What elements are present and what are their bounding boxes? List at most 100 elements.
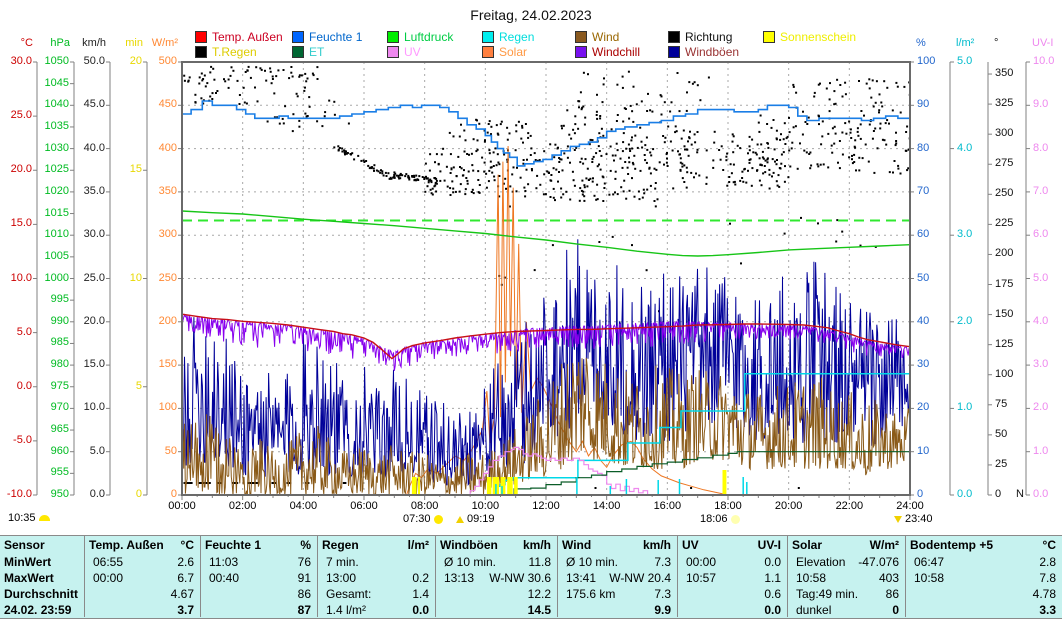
axis-tick-label: 325 bbox=[995, 97, 1014, 110]
table-cell-value: W-NW 20.4 bbox=[609, 571, 671, 585]
table-col-name: UV bbox=[682, 538, 699, 552]
axis-tick-label: 90 bbox=[917, 98, 930, 111]
axis-tick-label: 10.0 bbox=[83, 401, 105, 414]
table-cell-sub: Ø 10 min. bbox=[444, 555, 497, 569]
table-cell-sub: 10:57 bbox=[686, 571, 717, 585]
axis-tick-label: 0.0 bbox=[16, 379, 32, 392]
table-cell-sub: 7 min. bbox=[326, 555, 359, 569]
axis-tick-label: 350 bbox=[995, 67, 1014, 80]
axis-tick-label: 1020 bbox=[44, 184, 69, 197]
axis-tick-label: 0.0 bbox=[1033, 488, 1049, 500]
table-divider bbox=[84, 535, 85, 617]
axis-tick-label: -5.0 bbox=[13, 433, 32, 446]
table-row-label: Sensor bbox=[4, 538, 45, 552]
axis-tick-label: -10.0 bbox=[6, 488, 32, 500]
sunshine-bar bbox=[500, 477, 506, 494]
table-cell-value: 1.4 bbox=[412, 587, 429, 601]
table-col-unit: UV-I bbox=[757, 538, 781, 552]
axis-tick-label: 350 bbox=[158, 184, 177, 197]
table-col-unit: °C bbox=[180, 538, 194, 552]
axis-tick-label: 1035 bbox=[44, 119, 69, 132]
axis-tick-label: 3.0 bbox=[957, 228, 973, 241]
north-mark: N bbox=[1016, 488, 1024, 500]
table-col-name: Regen bbox=[322, 538, 359, 552]
table-col-name: Feuchte 1 bbox=[205, 538, 262, 552]
table-cell-value: 0.2 bbox=[412, 571, 429, 585]
table-cell-value: 4.67 bbox=[170, 587, 194, 601]
table-cell-value: 12.2 bbox=[527, 587, 551, 601]
axis-tick-label: 450 bbox=[158, 98, 177, 111]
axis-header-lm: l/m² bbox=[956, 37, 975, 49]
axis-tick-label: 0.0 bbox=[957, 488, 973, 500]
axis-tick-label: 20.0 bbox=[83, 314, 105, 327]
axis-tick-label: 20 bbox=[129, 55, 142, 67]
axis-tick-label: 0.0 bbox=[89, 488, 105, 500]
axis-tick-label: 150 bbox=[158, 358, 177, 371]
table-cell-value: 14.5 bbox=[527, 603, 551, 617]
sun-pale-icon bbox=[730, 514, 740, 524]
table-col-unit: km/h bbox=[642, 538, 671, 552]
table-row-label: MinWert bbox=[4, 555, 52, 569]
axis-tick-label: 250 bbox=[158, 271, 177, 284]
moon-icon bbox=[38, 515, 50, 521]
axis-tick-label: 990 bbox=[50, 314, 69, 327]
axis-tick-label: 275 bbox=[995, 157, 1014, 170]
axis-tick-label: 5.0 bbox=[1033, 271, 1049, 284]
table-cell-sub: 175.6 km bbox=[566, 587, 616, 601]
axis-tick-label: 8.0 bbox=[1033, 141, 1049, 154]
table-cell-value: 3.3 bbox=[1039, 603, 1056, 617]
event-moonset: 10:35 bbox=[8, 512, 50, 524]
table-cell-value: 0.0 bbox=[412, 603, 429, 617]
chart-plot bbox=[33, 61, 1030, 500]
axis-tick-label: 0 bbox=[135, 488, 142, 500]
x-axis-label: 10:00 bbox=[471, 500, 500, 512]
axis-tick-label: 2.0 bbox=[1033, 401, 1049, 414]
table-cell-value: 76 bbox=[297, 555, 311, 569]
table-col-unit: l/m² bbox=[407, 538, 429, 552]
x-axis-label: 22:00 bbox=[835, 500, 864, 512]
axis-tick-label: 3.0 bbox=[1033, 358, 1049, 371]
table-cell-sub: 00:00 bbox=[686, 555, 717, 569]
sunshine-bar bbox=[722, 470, 727, 494]
arrow-down-icon bbox=[894, 515, 902, 523]
axis-tick-label: 150 bbox=[995, 307, 1014, 320]
x-axis-label: 00:00 bbox=[168, 500, 196, 512]
table-col-name: Temp. Außen bbox=[89, 538, 164, 552]
axis-tick-label: 4.0 bbox=[1033, 314, 1049, 327]
axis-tick-label: 125 bbox=[995, 337, 1014, 350]
axis-tick-label: 200 bbox=[158, 314, 177, 327]
table-cell-value: 7.3 bbox=[654, 587, 671, 601]
axis-tick-label: 1000 bbox=[44, 271, 69, 284]
table-row-label: MaxWert bbox=[4, 571, 54, 585]
axis-tick-label: 50 bbox=[164, 444, 177, 457]
table-divider bbox=[317, 535, 318, 617]
axis-tick-label: 5.0 bbox=[16, 325, 32, 338]
axis-tick-label: 50.0 bbox=[83, 55, 105, 67]
x-axis-label: 24:00 bbox=[896, 500, 924, 512]
axis-tick-label: 100 bbox=[158, 401, 177, 414]
sunshine-bar bbox=[514, 477, 518, 494]
table-cell-value: 0.0 bbox=[764, 555, 781, 569]
axis-tick-label: 200 bbox=[995, 247, 1014, 260]
event-sun-up-marker: 09:19 bbox=[456, 513, 495, 525]
table-cell-sub: 11:03 bbox=[209, 555, 239, 569]
table-row-label: 24.02. 23:59 bbox=[4, 603, 72, 617]
table-cell-sub: 13:00 bbox=[326, 571, 357, 585]
axis-tick-label: 970 bbox=[50, 401, 69, 414]
axis-tick-label: 15.0 bbox=[83, 358, 105, 371]
axis-tick-label: 175 bbox=[995, 277, 1014, 290]
axis-tick-label: 5.0 bbox=[957, 55, 973, 67]
table-cell-value: 0.6 bbox=[764, 587, 781, 601]
axis-header-UV-I: UV-I bbox=[1032, 37, 1054, 49]
axis-tick-label: 25.0 bbox=[83, 271, 105, 284]
table-cell-value: 11.8 bbox=[528, 555, 551, 569]
axis-tick-label: 35.0 bbox=[83, 184, 105, 197]
axis-tick-label: 955 bbox=[50, 466, 69, 479]
axis-tick-label: 25 bbox=[995, 457, 1008, 470]
axis-tick-label: 10 bbox=[129, 271, 142, 284]
axis-header-hPa: hPa bbox=[50, 37, 70, 49]
x-axis-label: 02:00 bbox=[228, 500, 257, 512]
table-cell-sub: 13:41 bbox=[566, 571, 597, 585]
axis-tick-label: 50 bbox=[995, 427, 1008, 440]
axis-tick-label: 10 bbox=[917, 444, 930, 457]
